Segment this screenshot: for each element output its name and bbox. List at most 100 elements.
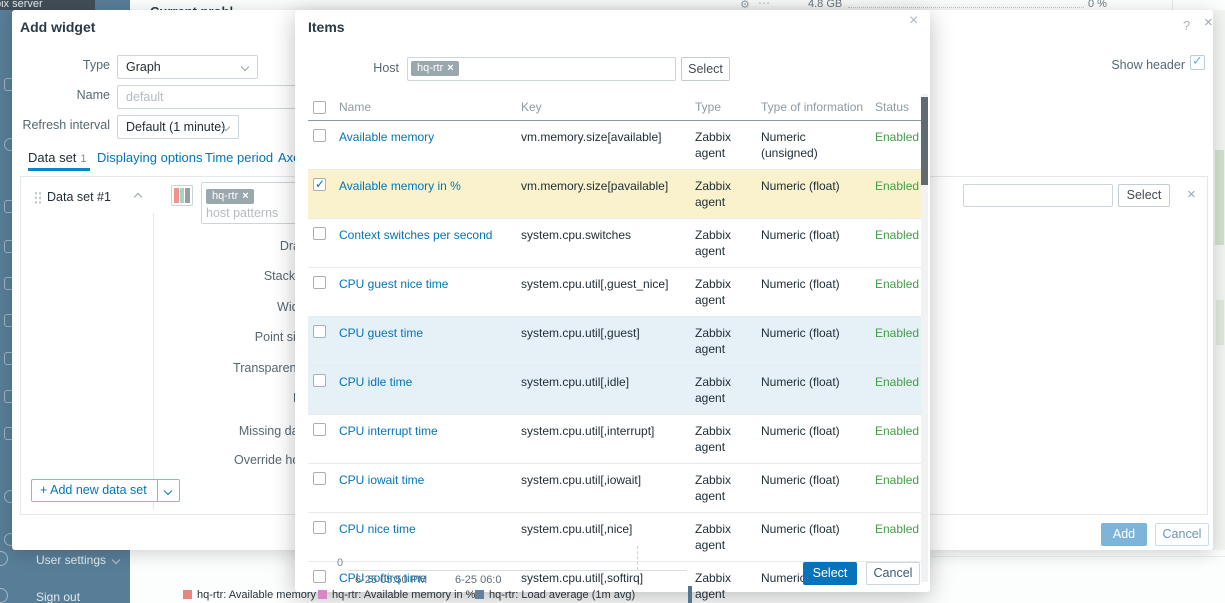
item-type-of-information: Numeric (float) <box>756 513 870 562</box>
item-key: system.cpu.util[,nice] <box>516 513 690 562</box>
remove-row-icon[interactable]: × <box>1187 189 1196 201</box>
data-set-label: Data set #1 <box>47 190 111 204</box>
collapse-icon[interactable] <box>134 193 142 201</box>
tab-time-period[interactable]: Time period <box>205 150 273 165</box>
type-label: Type <box>12 58 110 72</box>
widget-menu-icon[interactable]: ⋯ <box>758 0 771 10</box>
item-name-link[interactable]: CPU idle time <box>339 375 412 389</box>
dialog-title: Add widget <box>20 19 95 35</box>
help-icon[interactable]: ? <box>1183 18 1190 33</box>
host-multiselect[interactable]: hq-rtr× <box>407 57 676 81</box>
cancel-button[interactable]: Cancel <box>1155 523 1209 546</box>
graph-legend-item: hq-rtr: Available memory in % <box>318 589 475 601</box>
item-name-link[interactable]: CPU interrupt time <box>339 424 438 438</box>
table-row[interactable]: CPU nice timesystem.cpu.util[,nice]Zabbi… <box>308 513 921 562</box>
row-checkbox[interactable] <box>313 423 326 436</box>
background-widget-title: Current probl <box>150 0 280 10</box>
user-settings-icon <box>0 551 8 566</box>
row-checkbox[interactable] <box>313 227 326 240</box>
add-new-data-set-button[interactable]: + Add new data set <box>31 479 180 502</box>
close-icon[interactable]: × <box>1204 17 1213 29</box>
table-row[interactable]: CPU guest timesystem.cpu.util[,guest]Zab… <box>308 317 921 366</box>
row-checkbox[interactable]: ✓ <box>313 178 326 191</box>
param-label-draw: Draw <box>49 239 309 253</box>
cancel-button[interactable]: Cancel <box>866 562 920 585</box>
chevron-down-icon <box>164 486 172 494</box>
color-swatch-button[interactable] <box>171 185 193 206</box>
item-name-link[interactable]: CPU nice time <box>339 522 416 536</box>
refresh-interval-label: Refresh interval <box>12 118 110 132</box>
remove-tag-icon[interactable]: × <box>242 190 248 202</box>
table-row[interactable]: CPU guest nice timesystem.cpu.util[,gues… <box>308 268 921 317</box>
table-row[interactable]: ✓ Available memory in % vm.memory.size[pav… <box>308 170 921 219</box>
sidebar-server-name: Zabbix server <box>0 0 95 10</box>
item-type: Zabbix agent <box>690 415 756 464</box>
show-header-label: Show header <box>1062 58 1185 72</box>
row-checkbox[interactable] <box>313 276 326 289</box>
tab-data-set[interactable]: Data set1 <box>28 150 87 165</box>
item-type-of-information: Numeric (float) <box>756 415 870 464</box>
sidebar-item-sign-out[interactable]: Sign out <box>36 590 80 603</box>
table-row[interactable]: CPU idle timesystem.cpu.util[,idle]Zabbi… <box>308 366 921 415</box>
item-key: system.cpu.switches <box>516 219 690 268</box>
sign-out-icon <box>0 588 8 603</box>
item-name-link[interactable]: CPU guest time <box>339 326 423 340</box>
plus-icon: + <box>40 483 47 497</box>
param-label-transparency: Transparency <box>49 361 309 375</box>
select-all-checkbox[interactable] <box>313 101 326 114</box>
row-checkbox[interactable] <box>313 521 326 534</box>
item-type: Zabbix agent <box>690 268 756 317</box>
row-checkbox[interactable] <box>313 472 326 485</box>
type-select[interactable]: Graph <box>117 55 258 79</box>
table-row[interactable]: Context switches per second system.cpu.sw… <box>308 219 921 268</box>
close-icon[interactable]: × <box>909 15 918 27</box>
host-select-button[interactable]: Select <box>681 57 730 81</box>
table-row[interactable]: CPU interrupt timesystem.cpu.util[,inter… <box>308 415 921 464</box>
table-row[interactable]: Available memoryvm.memory.size[available… <box>308 121 921 170</box>
item-name-link[interactable]: Context switches per second <box>339 228 492 242</box>
show-header-checkbox[interactable]: ✓ <box>1190 55 1205 70</box>
item-type: Zabbix agent <box>690 562 756 603</box>
graph-axis-memory-value: 4.8 GB <box>808 0 842 10</box>
graph-gridline <box>848 7 1084 8</box>
tab-displaying-options[interactable]: Displaying options <box>97 150 203 165</box>
param-label-width: Width <box>49 300 309 314</box>
item-name-link[interactable]: CPU iowait time <box>339 473 424 487</box>
item-select-button[interactable]: Select <box>1118 184 1170 207</box>
item-key: vm.memory.size[pavailable] <box>516 170 690 219</box>
item-name-link[interactable]: CPU guest nice time <box>339 277 448 291</box>
drag-handle-icon[interactable] <box>34 191 42 205</box>
table-row[interactable]: CPU iowait timesystem.cpu.util[,iowait]Z… <box>308 464 921 513</box>
item-name-link[interactable]: Available memory <box>339 130 434 144</box>
swatch-stripe <box>174 188 179 203</box>
refresh-interval-select[interactable]: Default (1 minute) <box>117 115 239 139</box>
item-name-link[interactable]: Available memory in % <box>339 179 461 193</box>
row-checkbox[interactable] <box>313 129 326 142</box>
remove-tag-icon[interactable]: × <box>447 62 453 74</box>
item-status: Enabled <box>870 513 921 562</box>
graph-x-axis <box>348 570 687 571</box>
row-checkbox[interactable] <box>313 325 326 338</box>
name-label: Name <box>12 88 110 102</box>
row-checkbox[interactable] <box>313 374 326 387</box>
host-tag-chip[interactable]: hq-rtr× <box>206 189 254 204</box>
select-button[interactable]: Select <box>803 562 857 585</box>
map-fragment <box>1216 300 1224 345</box>
column-header-key: Key <box>516 94 690 121</box>
row-checkbox[interactable] <box>313 570 326 583</box>
add-data-set-menu-button[interactable] <box>157 480 179 501</box>
graph-x-tick: 6-25 05:50 PM <box>355 574 427 586</box>
widget-border <box>930 556 1225 557</box>
scrollbar-thumb[interactable] <box>921 97 928 185</box>
add-button[interactable]: Add <box>1101 523 1147 546</box>
item-status: Enabled <box>870 317 921 366</box>
graph-legend-item: hq-rtr: Available memory <box>183 589 316 601</box>
param-label-override-host: Override host <box>49 453 309 467</box>
host-tag-chip[interactable]: hq-rtr× <box>411 61 459 76</box>
item-type-of-information: Numeric (float) <box>756 170 870 219</box>
item-patterns-input[interactable] <box>963 184 1113 207</box>
graph-gridline <box>637 546 638 570</box>
item-type-of-information: Numeric (float) <box>756 366 870 415</box>
item-type-of-information: Numeric (float) <box>756 464 870 513</box>
sidebar-item-user-settings[interactable]: User settings <box>36 553 106 567</box>
